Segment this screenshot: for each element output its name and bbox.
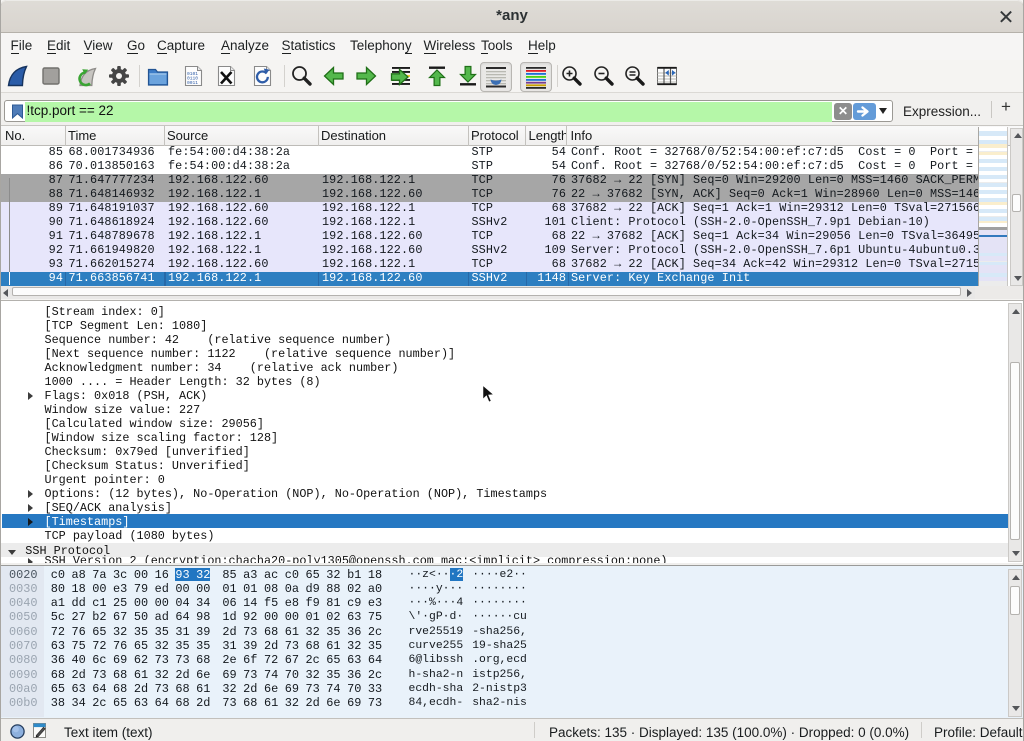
svg-text:0011: 0011 (187, 80, 198, 86)
